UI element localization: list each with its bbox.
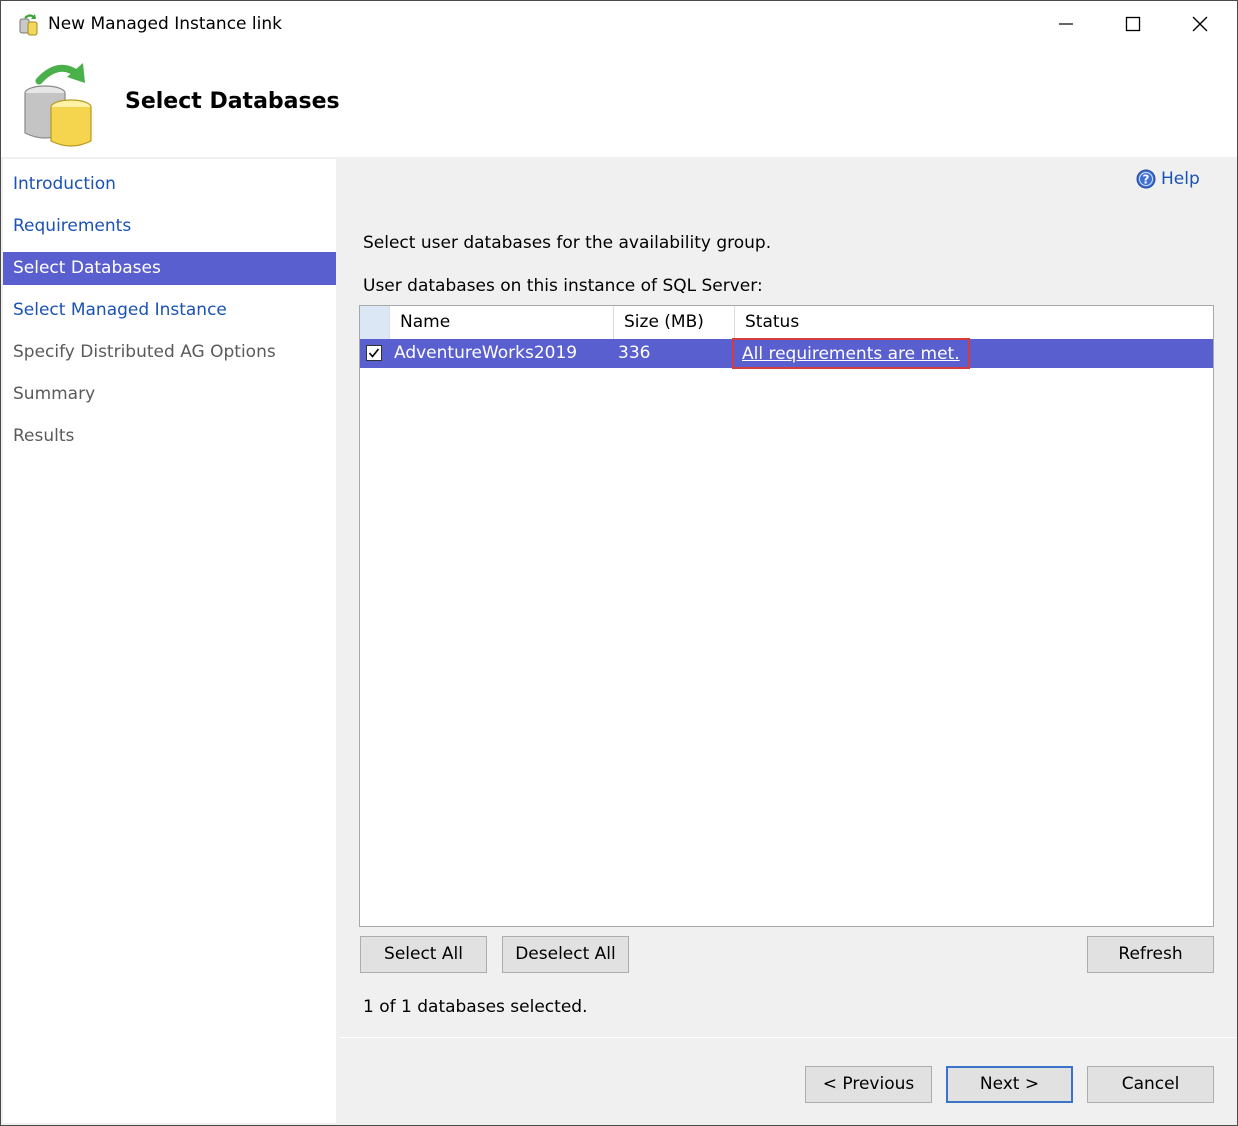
cancel-button[interactable]: Cancel [1087,1066,1214,1103]
wizard-steps-sidebar: Introduction Requirements Select Databas… [3,159,336,1123]
checkmark-icon [368,348,380,358]
minimize-icon [1059,23,1073,25]
page-title: Select Databases [125,89,340,114]
table-row[interactable]: AdventureWorks2019 336 All requirements … [360,338,1213,369]
close-icon [1192,16,1208,32]
database-grid: Name Size (MB) Status AdventureWorks2019… [359,305,1214,927]
sidebar-item-summary: Summary [13,384,96,404]
minimize-button[interactable] [1033,1,1099,47]
title-bar: New Managed Instance link [1,1,1237,49]
wizard-footer: < Previous Next > Cancel [339,1038,1237,1125]
instructions-text: Select user databases for the availabili… [363,233,772,253]
sidebar-item-select-managed-instance[interactable]: Select Managed Instance [3,294,336,327]
database-checkbox[interactable] [366,345,382,361]
select-all-button[interactable]: Select All [360,936,487,973]
grid-header: Name Size (MB) Status [360,306,1213,339]
column-header-status[interactable]: Status [734,306,1213,339]
window-title: New Managed Instance link [48,14,282,34]
maximize-button[interactable] [1100,1,1166,47]
next-button[interactable]: Next > [946,1066,1073,1103]
database-list-label: User databases on this instance of SQL S… [363,276,763,296]
previous-button[interactable]: < Previous [805,1066,932,1103]
help-link[interactable]: ? Help [1136,167,1200,191]
deselect-all-button[interactable]: Deselect All [502,936,629,973]
select-column-header [360,306,389,339]
column-header-name[interactable]: Name [389,306,613,339]
column-header-size[interactable]: Size (MB) [613,306,734,339]
database-size: 336 [618,343,651,363]
sidebar-item-select-databases[interactable]: Select Databases [3,252,336,285]
sidebar-item-introduction[interactable]: Introduction [3,168,336,201]
close-button[interactable] [1167,1,1233,47]
database-migration-icon [24,63,92,147]
sidebar-item-requirements[interactable]: Requirements [3,210,336,243]
status-link[interactable]: All requirements are met. [732,338,970,369]
wizard-window: New Managed Instance link Select Databas… [0,0,1238,1126]
database-name: AdventureWorks2019 [394,343,578,363]
sidebar-item-distributed-ag-options: Specify Distributed AG Options [13,342,276,362]
maximize-icon [1125,16,1141,32]
refresh-button[interactable]: Refresh [1087,936,1214,973]
wizard-header: Select Databases [1,49,1237,157]
svg-text:?: ? [1143,173,1150,187]
sidebar-item-results: Results [13,426,75,446]
app-icon [19,14,38,36]
help-label: Help [1161,169,1200,189]
selection-count-text: 1 of 1 databases selected. [363,997,588,1017]
main-panel: ? Help Select user databases for the ava… [339,159,1237,1037]
help-icon: ? [1136,169,1156,189]
